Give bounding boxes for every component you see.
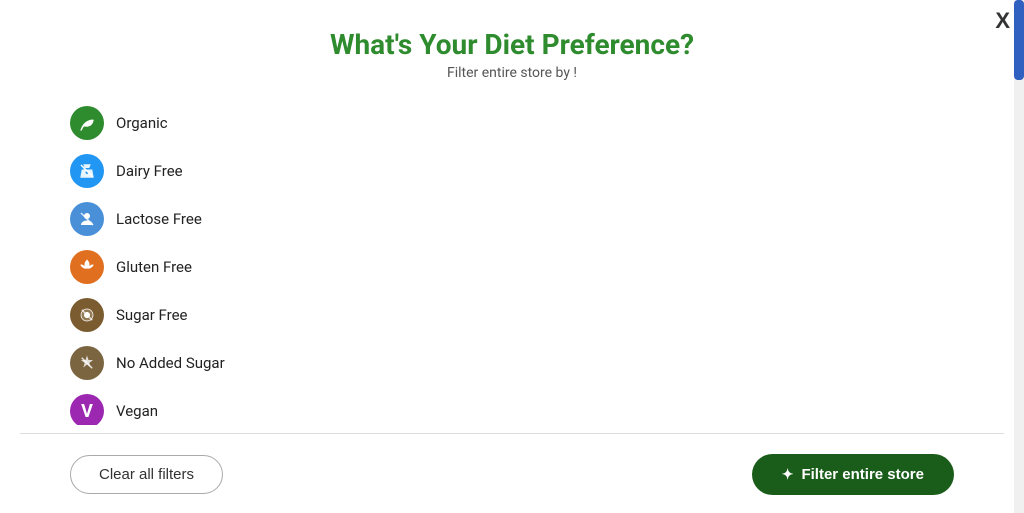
filter-label-sugar-free: Sugar Free [116, 306, 188, 324]
filter-icon-sugar-free [70, 298, 104, 332]
footer: Clear all filters ✦ Filter entire store [0, 442, 1024, 513]
filter-item-dairy-free[interactable]: Dairy Free [70, 147, 954, 195]
filter-label-organic: Organic [116, 114, 168, 132]
modal-header: What's Your Diet Preference? Filter enti… [0, 0, 1024, 89]
filter-icon-gluten-free [70, 250, 104, 284]
filter-item-gluten-free[interactable]: Gluten Free [70, 243, 954, 291]
filter-icon-lactose-free [70, 202, 104, 236]
filter-icon-no-added-sugar [70, 346, 104, 380]
filter-item-organic[interactable]: Organic [70, 99, 954, 147]
filter-item-lactose-free[interactable]: Lactose Free [70, 195, 954, 243]
modal-title: What's Your Diet Preference? [20, 28, 1004, 61]
filter-store-button[interactable]: ✦ Filter entire store [752, 454, 954, 495]
filter-list: Organic Dairy Free Lactose Free Gluten Free… [0, 89, 1024, 425]
scrollbar-thumb[interactable] [1014, 0, 1024, 80]
filter-label-no-added-sugar: No Added Sugar [116, 354, 225, 372]
filter-icon-vegan: V [70, 394, 104, 425]
divider [20, 433, 1004, 434]
scrollbar-track [1014, 0, 1024, 513]
filter-icon-organic [70, 106, 104, 140]
clear-filters-button[interactable]: Clear all filters [70, 455, 223, 494]
filter-label-vegan: Vegan [116, 402, 158, 420]
filter-item-vegan[interactable]: V Vegan [70, 387, 954, 425]
filter-label-gluten-free: Gluten Free [116, 258, 192, 276]
star-icon: ✦ [782, 466, 794, 483]
filter-item-sugar-free[interactable]: Sugar Free [70, 291, 954, 339]
filter-store-label: Filter entire store [801, 466, 924, 483]
modal-container: X What's Your Diet Preference? Filter en… [0, 0, 1024, 513]
filter-label-dairy-free: Dairy Free [116, 162, 183, 180]
filter-icon-dairy-free [70, 154, 104, 188]
filter-label-lactose-free: Lactose Free [116, 210, 202, 228]
close-button[interactable]: X [995, 10, 1010, 32]
modal-subtitle: Filter entire store by ! [20, 65, 1004, 81]
filter-item-no-added-sugar[interactable]: No Added Sugar [70, 339, 954, 387]
